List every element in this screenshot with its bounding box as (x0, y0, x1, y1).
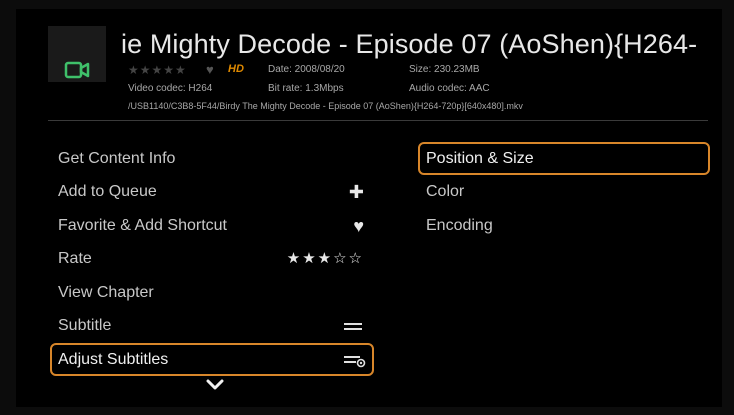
menu-item-label: Rate (58, 250, 92, 267)
header-divider (48, 120, 708, 121)
menu-item-label: Add to Queue (58, 183, 157, 200)
menu-item-encoding[interactable]: Encoding (418, 210, 710, 242)
size-meta: Size: 230.23MB (409, 64, 480, 75)
menu-item-label: Get Content Info (58, 150, 176, 167)
video-camera-icon (64, 61, 90, 79)
rating-stars[interactable]: ★★★☆☆ (287, 243, 364, 275)
menu-item-label: Encoding (426, 217, 493, 234)
hd-badge: HD (228, 63, 244, 75)
menu-item-view-chapter[interactable]: View Chapter (50, 277, 374, 309)
menu-item-adjust-subtitles[interactable]: Adjust Subtitles (50, 343, 374, 376)
menu-item-add-to-queue[interactable]: Add to Queue ✚ (50, 176, 374, 208)
menu-item-favorite-add-shortcut[interactable]: Favorite & Add Shortcut ♥ (50, 210, 374, 242)
favorite-heart-icon: ♥ (206, 62, 214, 77)
plus-icon: ✚ (348, 182, 364, 202)
menu-item-label: Color (426, 183, 465, 200)
subtitle-icon (344, 323, 362, 330)
menu-item-label: Subtitle (58, 317, 112, 334)
audio-codec-meta: Audio codec: AAC (409, 83, 490, 94)
menu-item-rate[interactable]: Rate ★★★☆☆ (50, 243, 374, 275)
rating-stars-meta: ★★★★★ (128, 63, 187, 77)
menu-item-subtitle[interactable]: Subtitle (50, 310, 374, 342)
menu-item-color[interactable]: Color (418, 176, 710, 208)
file-path: /USB1140/C3B8-5F44/Birdy The Mighty Deco… (128, 101, 523, 111)
menu-item-label: Position & Size (426, 150, 534, 167)
menu-item-label: Adjust Subtitles (58, 351, 169, 368)
video-codec-meta: Video codec: H264 (128, 83, 213, 94)
date-meta: Date: 2008/08/20 (268, 64, 345, 75)
menu-item-get-content-info[interactable]: Get Content Info (50, 143, 374, 175)
menu-item-label: Favorite & Add Shortcut (58, 217, 227, 234)
media-title: ie Mighty Decode - Episode 07 (AoShen){H… (121, 29, 698, 59)
menu-item-label: View Chapter (58, 284, 154, 301)
adjust-subtitle-icon (344, 356, 366, 368)
bit-rate-meta: Bit rate: 1.3Mbps (268, 83, 344, 94)
chevron-down-icon[interactable] (205, 378, 225, 392)
heart-icon: ♥ (353, 216, 364, 236)
menu-item-position-size[interactable]: Position & Size (418, 142, 710, 175)
